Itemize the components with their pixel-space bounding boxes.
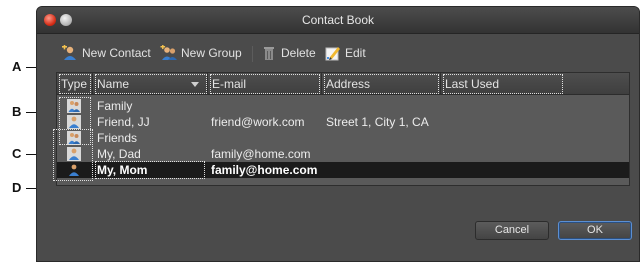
new-group-button[interactable]: New Group xyxy=(160,44,242,62)
cell-name: Family xyxy=(97,99,133,113)
cell-address: Street 1, City 1, CA xyxy=(326,115,429,129)
callout-b: B xyxy=(12,104,22,119)
new-contact-label: New Contact xyxy=(82,46,151,60)
callout-box-a-type xyxy=(59,74,91,94)
delete-button[interactable]: Delete xyxy=(260,44,316,62)
toolbar-separator xyxy=(252,46,253,62)
ok-button[interactable]: OK xyxy=(558,221,632,240)
callout-box-a-name xyxy=(95,74,207,94)
edit-pencil-icon xyxy=(324,45,342,61)
cancel-button[interactable]: Cancel xyxy=(475,221,549,240)
cell-email: family@home.com xyxy=(211,163,318,177)
callout-box-d-selected-name xyxy=(95,161,205,179)
cell-email: family@home.com xyxy=(211,147,311,161)
cell-email: friend@work.com xyxy=(211,115,305,129)
callout-c: C xyxy=(12,146,22,161)
contact-book-window: Contact Book New Contact New Group Delet… xyxy=(36,6,640,262)
callout-box-a-last-used xyxy=(443,74,563,94)
edit-label: Edit xyxy=(345,46,366,60)
window-title: Contact Book xyxy=(301,13,375,27)
callout-box-a-email xyxy=(210,74,320,94)
new-contact-icon xyxy=(61,44,79,61)
table-row[interactable]: Friends xyxy=(57,130,629,146)
contacts-table: Type Name E-mail Address Last Used Famil… xyxy=(53,72,630,186)
cell-name: My, Dad xyxy=(97,147,141,161)
new-group-icon xyxy=(160,44,178,61)
table-row[interactable]: Family xyxy=(57,98,629,114)
table-row[interactable]: My, Dad family@home.com xyxy=(57,146,629,162)
edit-button[interactable]: Edit xyxy=(324,44,366,62)
callout-box-a-address xyxy=(324,74,439,94)
toolbar: New Contact New Group Delete Edit xyxy=(37,35,639,65)
new-group-label: New Group xyxy=(181,46,242,60)
title-bar: Contact Book xyxy=(37,7,639,34)
cell-name: Friend, JJ xyxy=(97,115,150,129)
cell-name: Friends xyxy=(97,131,138,145)
callout-box-c-group-rows xyxy=(53,129,93,181)
new-contact-button[interactable]: New Contact xyxy=(61,44,151,62)
trash-icon xyxy=(260,45,278,61)
callout-a: A xyxy=(12,59,22,74)
callout-d: D xyxy=(12,180,22,195)
delete-label: Delete xyxy=(281,46,316,60)
table-row[interactable]: Friend, JJ friend@work.com Street 1, Cit… xyxy=(57,114,629,130)
